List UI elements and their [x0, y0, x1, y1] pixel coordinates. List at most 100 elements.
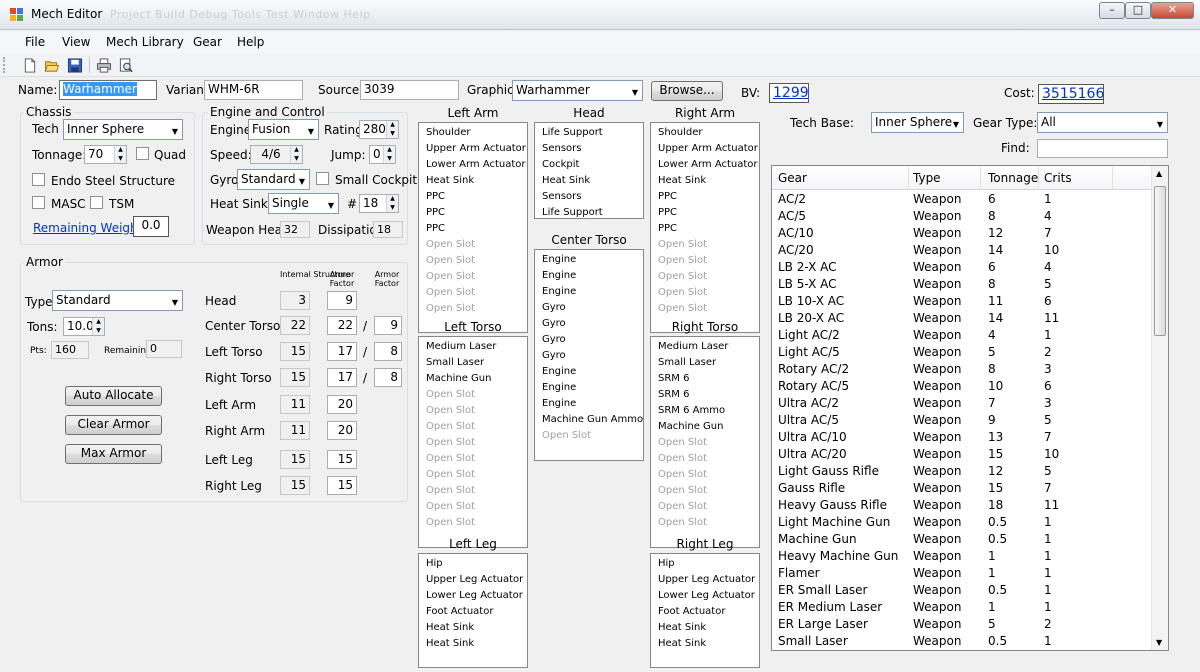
critical-slot[interactable]: Shoulder [426, 125, 527, 141]
critical-slot[interactable]: Cockpit [542, 157, 643, 173]
column-divider[interactable] [908, 166, 909, 190]
armor-factor-field[interactable]: 20 [327, 395, 357, 414]
masc-checkbox[interactable] [32, 196, 45, 209]
critical-slot[interactable]: SRM 6 Ammo [658, 403, 759, 419]
critical-slot[interactable]: Shoulder [658, 125, 759, 141]
remaining-weight-link[interactable]: Remaining Weight: [33, 221, 146, 235]
critical-slot[interactable]: Lower Arm Actuator [658, 157, 759, 173]
quad-checkbox[interactable] [136, 147, 149, 160]
gear-row[interactable]: Light Gauss Rifle Weapon 12 5 [772, 463, 1152, 480]
gear-row[interactable]: Ultra AC/10 Weapon 13 7 [772, 429, 1152, 446]
heat-sinks-select[interactable]: Single ▼ [268, 193, 339, 214]
column-gear[interactable]: Gear [778, 171, 807, 185]
toolbar-grip[interactable] [3, 57, 6, 73]
critical-slot[interactable]: Heat Sink [426, 620, 527, 636]
open-slot[interactable]: Open Slot [658, 237, 759, 253]
gear-list-scrollbar[interactable]: ▲ ▼ [1151, 166, 1168, 650]
gear-row[interactable]: Ultra AC/2 Weapon 7 3 [772, 395, 1152, 412]
open-slot[interactable]: Open Slot [658, 285, 759, 301]
left-leg-slot-list[interactable]: Hip Upper Leg Actuator Lower Leg Actuator F… [418, 553, 528, 668]
open-slot[interactable]: Open Slot [658, 483, 759, 499]
critical-slot[interactable]: Engine [542, 396, 643, 412]
critical-slot[interactable]: Lower Arm Actuator [426, 157, 527, 173]
scroll-up-icon[interactable]: ▲ [1156, 169, 1162, 178]
armor-factor-field[interactable]: 20 [327, 421, 357, 440]
open-slot[interactable]: Open Slot [426, 237, 527, 253]
open-slot[interactable]: Open Slot [426, 451, 527, 467]
open-slot[interactable]: Open Slot [658, 253, 759, 269]
critical-slot[interactable]: Gyro [542, 300, 643, 316]
variant-field[interactable]: WHM-6R [204, 80, 303, 100]
scroll-down-icon[interactable]: ▼ [1156, 638, 1162, 647]
critical-slot[interactable]: Gyro [542, 348, 643, 364]
gear-row[interactable]: Ultra AC/20 Weapon 15 10 [772, 446, 1152, 463]
critical-slot[interactable]: Lower Leg Actuator [426, 588, 527, 604]
source-field[interactable]: 3039 [360, 80, 459, 100]
tonnage-spinner[interactable]: 70 ▲ ▼ [84, 145, 127, 164]
gear-row[interactable]: Heavy Machine Gun Weapon 1 1 [772, 548, 1152, 565]
critical-slot[interactable]: Sensors [542, 141, 643, 157]
open-slot[interactable]: Open Slot [426, 403, 527, 419]
critical-slot[interactable]: Heat Sink [658, 620, 759, 636]
save-icon[interactable] [67, 58, 83, 73]
spinner-buttons[interactable]: ▲ ▼ [92, 318, 104, 335]
tech-base-select[interactable]: Inner Sphere ▼ [871, 112, 964, 133]
tech-select[interactable]: Inner Sphere ▼ [63, 119, 183, 140]
open-slot[interactable]: Open Slot [658, 269, 759, 285]
close-button[interactable]: ✕ [1151, 2, 1194, 19]
critical-slot[interactable]: PPC [658, 221, 759, 237]
menu-file[interactable]: File [25, 35, 45, 49]
open-slot[interactable]: Open Slot [426, 253, 527, 269]
speed-spinner[interactable]: 4/6 ▲ ▼ [250, 145, 303, 164]
open-slot[interactable]: Open Slot [426, 285, 527, 301]
gear-row[interactable]: Flamer Weapon 1 1 [772, 565, 1152, 582]
critical-slot[interactable]: Life Support [542, 205, 643, 221]
critical-slot[interactable]: Hip [658, 556, 759, 572]
critical-slot[interactable]: Heat Sink [658, 636, 759, 652]
spinner-buttons[interactable]: ▲ ▼ [383, 146, 395, 163]
critical-slot[interactable]: Machine Gun [426, 371, 527, 387]
gear-row[interactable]: Light AC/5 Weapon 5 2 [772, 344, 1152, 361]
column-tonnage[interactable]: Tonnage [988, 171, 1038, 185]
rear-armor-field[interactable]: 9 [374, 316, 402, 335]
menu-gear[interactable]: Gear [193, 35, 222, 49]
rear-armor-field[interactable]: 8 [374, 368, 402, 387]
critical-slot[interactable]: PPC [426, 189, 527, 205]
armor-type-select[interactable]: Standard ▼ [52, 290, 183, 311]
gear-row[interactable]: Small Laser Weapon 0.5 1 [772, 633, 1152, 650]
right-leg-slot-list[interactable]: Hip Upper Leg Actuator Lower Leg Actuator F… [650, 553, 760, 668]
gear-type-select[interactable]: All ▼ [1037, 112, 1168, 133]
gear-row[interactable]: Ultra AC/5 Weapon 9 5 [772, 412, 1152, 429]
open-slot[interactable]: Open Slot [658, 435, 759, 451]
critical-slot[interactable]: Upper Arm Actuator [658, 141, 759, 157]
critical-slot[interactable]: SRM 6 [658, 371, 759, 387]
critical-slot[interactable]: Heat Sink [426, 173, 527, 189]
column-divider[interactable] [1112, 166, 1113, 190]
small-cockpit-checkbox[interactable] [316, 172, 329, 185]
new-icon[interactable] [22, 58, 38, 73]
critical-slot[interactable]: Foot Actuator [658, 604, 759, 620]
armor-factor-field[interactable]: 15 [327, 450, 357, 469]
critical-slot[interactable]: Heat Sink [542, 173, 643, 189]
column-divider[interactable] [1038, 166, 1039, 190]
armor-factor-field[interactable]: 17 [327, 342, 357, 361]
right-arm-slot-list[interactable]: Shoulder Upper Arm Actuator Lower Arm Actu… [650, 122, 760, 333]
gear-list[interactable]: Gear Type Tonnage Crits AC/2 Weapon 6 1 AC/5… [771, 165, 1169, 651]
gear-row[interactable]: Machine Gun Weapon 0.5 1 [772, 531, 1152, 548]
critical-slot[interactable]: Upper Leg Actuator [658, 572, 759, 588]
critical-slot[interactable]: Upper Arm Actuator [426, 141, 527, 157]
gear-row[interactable]: AC/20 Weapon 14 10 [772, 242, 1152, 259]
auto-allocate-button[interactable]: Auto Allocate [65, 386, 162, 406]
browse-button[interactable]: Browse... [651, 81, 723, 101]
open-slot[interactable]: Open Slot [426, 483, 527, 499]
spinner-buttons[interactable]: ▲ ▼ [114, 146, 126, 163]
critical-slot[interactable]: Machine Gun [658, 419, 759, 435]
gear-row[interactable]: Rotary AC/2 Weapon 8 3 [772, 361, 1152, 378]
critical-slot[interactable]: Lower Leg Actuator [658, 588, 759, 604]
menu-mech-library[interactable]: Mech Library [106, 35, 184, 49]
print-preview-icon[interactable] [118, 58, 134, 73]
endo-steel-checkbox[interactable] [32, 173, 45, 186]
gear-row[interactable]: Rotary AC/5 Weapon 10 6 [772, 378, 1152, 395]
open-slot[interactable]: Open Slot [426, 387, 527, 403]
jump-spinner[interactable]: 0 ▲ ▼ [369, 145, 396, 164]
